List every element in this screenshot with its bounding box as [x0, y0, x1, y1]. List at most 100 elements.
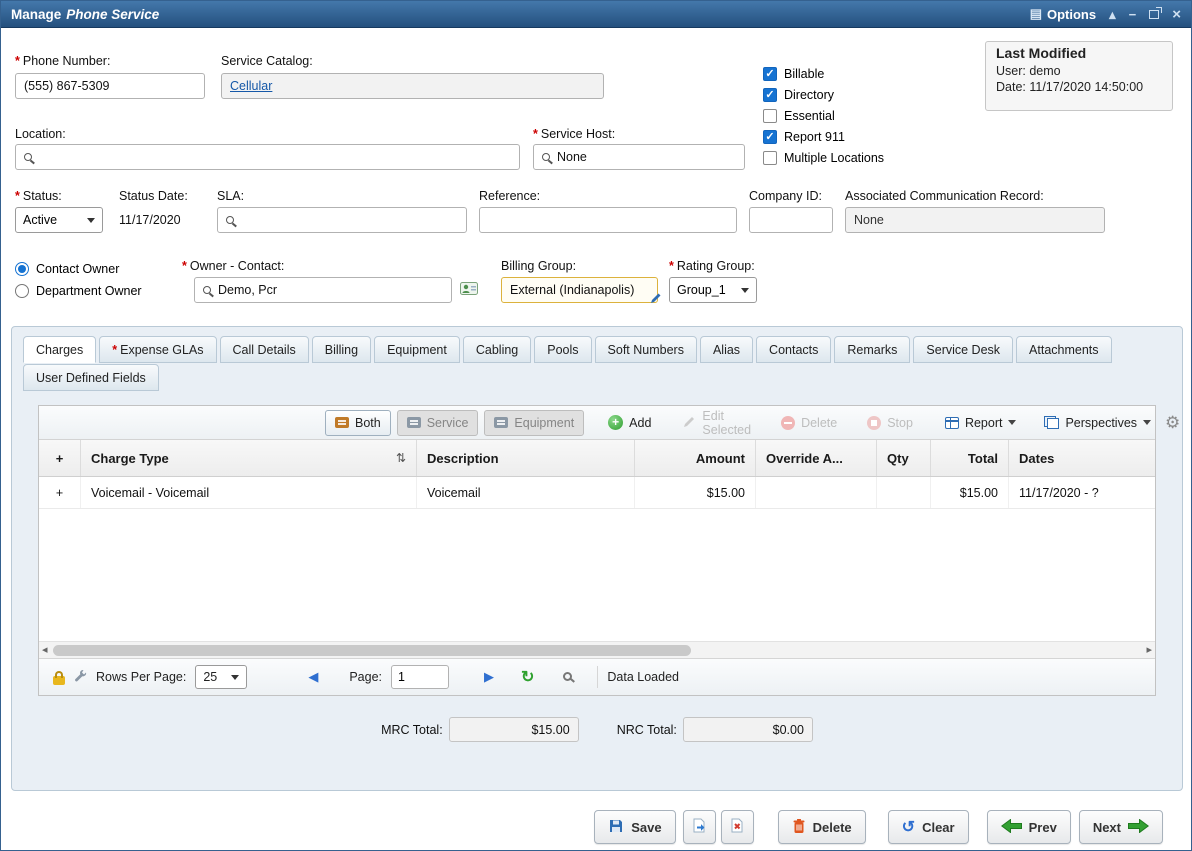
delete-button[interactable]: Delete — [778, 810, 866, 844]
scroll-right-icon[interactable]: ▸ — [1146, 643, 1152, 656]
tab-soft-numbers[interactable]: Soft Numbers — [595, 336, 697, 363]
checkbox-billable[interactable]: ✓ Billable — [763, 65, 824, 82]
both-toggle-button[interactable]: Both — [325, 410, 391, 436]
clear-button[interactable]: ↺ Clear — [888, 810, 969, 844]
status-date-value: 11/17/2020 — [119, 213, 181, 227]
tab-remarks[interactable]: Remarks — [834, 336, 910, 363]
last-modified-panel: Last Modified User: demo Date: 11/17/202… — [985, 41, 1173, 111]
column-header-dates[interactable]: Dates — [1009, 440, 1155, 476]
service-host-input[interactable]: None — [533, 144, 745, 170]
scrollbar-thumb[interactable] — [53, 645, 691, 656]
save-disk-icon — [608, 818, 624, 837]
add-button[interactable]: + Add — [600, 412, 659, 433]
table-row[interactable]: + Voicemail - Voicemail Voicemail $15.00… — [39, 477, 1155, 509]
tab-equipment[interactable]: Equipment — [374, 336, 460, 363]
service-catalog-link[interactable]: Cellular — [230, 79, 272, 93]
prev-button[interactable]: Prev — [987, 810, 1071, 844]
scroll-left-icon[interactable]: ◂ — [42, 643, 48, 656]
refresh-icon[interactable]: ↻ — [521, 667, 534, 687]
popout-icon[interactable] — [1149, 10, 1159, 19]
billing-group-field[interactable]: External (Indianapolis) — [501, 277, 658, 303]
tab-pools[interactable]: Pools — [534, 336, 591, 363]
equipment-toggle-button[interactable]: Equipment — [484, 410, 584, 436]
tab-cabling[interactable]: Cabling — [463, 336, 531, 363]
row-expander[interactable]: + — [39, 477, 81, 508]
sla-input[interactable] — [217, 207, 467, 233]
collapse-icon[interactable]: ▴ — [1109, 8, 1116, 21]
chevron-down-icon — [741, 288, 749, 293]
checkbox-essential[interactable]: ✓ Essential — [763, 107, 835, 124]
cell-qty — [877, 477, 931, 508]
checkbox-report-911[interactable]: ✓ Report 911 — [763, 128, 845, 145]
tab-call-details[interactable]: Call Details — [220, 336, 309, 363]
horizontal-scrollbar[interactable]: ◂ ▸ — [39, 641, 1155, 658]
cell-description: Voicemail — [417, 477, 635, 508]
save-button[interactable]: Save — [594, 810, 675, 844]
prev-page-icon[interactable]: ◀ — [308, 669, 318, 685]
tab-contacts[interactable]: Contacts — [756, 336, 831, 363]
report-dropdown-button[interactable]: Report — [937, 413, 1025, 433]
close-icon[interactable]: × — [1172, 7, 1181, 22]
reference-input[interactable] — [479, 207, 737, 233]
stop-button[interactable]: Stop — [859, 413, 921, 433]
sort-icon[interactable]: ⇅ — [396, 451, 406, 465]
tab-billing[interactable]: Billing — [312, 336, 371, 363]
tab-alias[interactable]: Alias — [700, 336, 753, 363]
tab-user-defined-fields[interactable]: User Defined Fields — [23, 364, 159, 391]
tab-service-desk[interactable]: Service Desk — [913, 336, 1013, 363]
column-header-override-amount[interactable]: Override A... — [756, 440, 877, 476]
select-contact-icon[interactable] — [460, 281, 478, 301]
service-toggle-button[interactable]: Service — [397, 410, 479, 436]
perspectives-dropdown-button[interactable]: Perspectives — [1036, 413, 1159, 433]
next-page-icon[interactable]: ▶ — [484, 669, 494, 685]
device-icon — [407, 417, 421, 428]
wrench-icon[interactable] — [74, 669, 87, 685]
tab-expense-glas[interactable]: *Expense GLAs — [99, 336, 216, 363]
radio-contact-owner-circle — [15, 262, 29, 276]
chevron-down-icon — [231, 675, 239, 680]
add-plus-icon: + — [608, 415, 623, 430]
status-select[interactable]: Active — [15, 207, 103, 233]
delete-row-button[interactable]: Delete — [773, 413, 845, 433]
save-and-new-button[interactable] — [683, 810, 716, 844]
phone-number-input[interactable] — [15, 73, 205, 99]
edit-selected-button[interactable]: Edit Selected — [675, 406, 759, 440]
checkbox-report-911-box: ✓ — [763, 130, 777, 144]
next-button[interactable]: Next — [1079, 810, 1163, 844]
gear-icon[interactable]: ⚙ — [1165, 413, 1180, 433]
arrow-left-icon — [1001, 819, 1022, 836]
column-header-total[interactable]: Total — [931, 440, 1009, 476]
rating-group-select[interactable]: Group_1 — [669, 277, 757, 303]
radio-contact-owner[interactable]: Contact Owner — [15, 262, 119, 276]
trash-icon — [792, 818, 806, 837]
status-value: Active — [23, 213, 57, 227]
totals-row: MRC Total: $15.00 NRC Total: $0.00 — [12, 717, 1182, 742]
chevron-down-icon — [87, 218, 95, 223]
column-header-description[interactable]: Description — [417, 440, 635, 476]
owner-contact-input[interactable]: Demo, Pcr — [194, 277, 452, 303]
associated-record-label: Associated Communication Record: — [845, 189, 1044, 203]
save-and-close-button[interactable] — [721, 810, 754, 844]
radio-department-owner[interactable]: Department Owner — [15, 284, 142, 298]
tab-attachments[interactable]: Attachments — [1016, 336, 1111, 363]
checkbox-multiple-locations[interactable]: ✓ Multiple Locations — [763, 149, 884, 166]
options-button[interactable]: ▤ Options — [1030, 6, 1096, 22]
column-header-charge-type[interactable]: Charge Type ⇅ — [81, 440, 417, 476]
minimize-icon[interactable]: − — [1129, 8, 1137, 21]
billing-group-value: External (Indianapolis) — [510, 283, 634, 297]
window-title: ManagePhone Service — [11, 7, 159, 22]
rows-per-page-select[interactable]: 25 — [195, 665, 247, 689]
page-input[interactable] — [391, 665, 449, 689]
column-header-amount[interactable]: Amount — [635, 440, 756, 476]
rows-per-page-label: Rows Per Page: — [96, 670, 186, 684]
checkbox-directory[interactable]: ✓ Directory — [763, 86, 834, 103]
edit-pencil-icon[interactable] — [650, 292, 662, 307]
column-header-qty[interactable]: Qty — [877, 440, 931, 476]
expander-column-header[interactable]: + — [39, 440, 81, 476]
tab-charges[interactable]: Charges — [23, 336, 96, 363]
location-input[interactable] — [15, 144, 520, 170]
grid-search-icon[interactable] — [563, 670, 572, 684]
lock-icon[interactable] — [53, 676, 65, 685]
company-id-input[interactable] — [749, 207, 833, 233]
divider — [597, 666, 598, 688]
